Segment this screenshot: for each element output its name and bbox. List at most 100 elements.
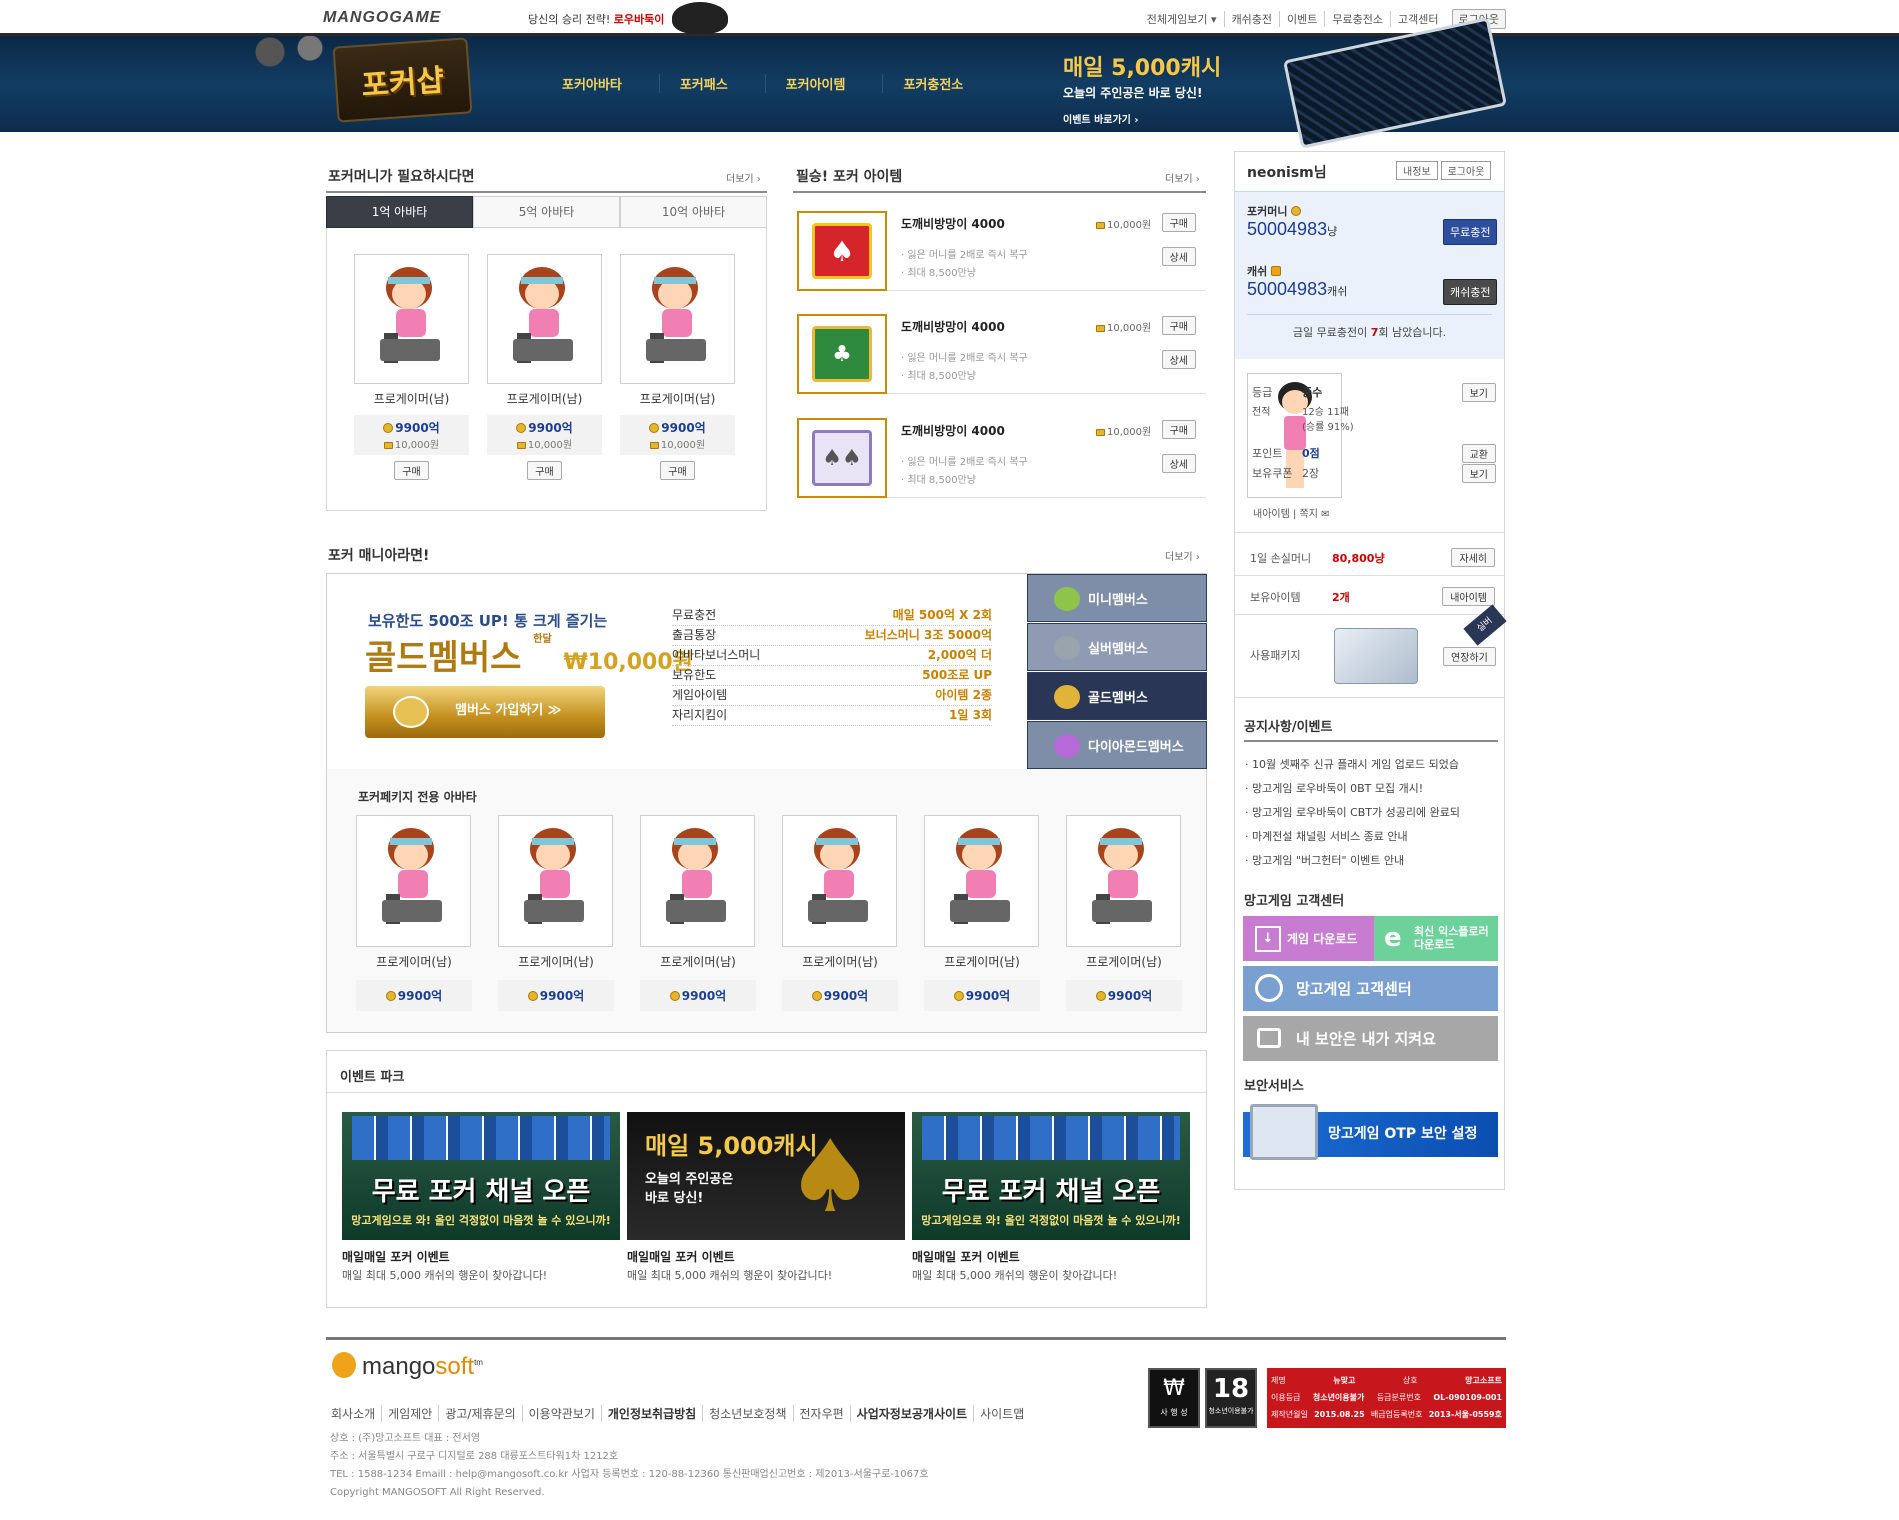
footer-link[interactable]: 개인정보취급방침	[600, 1405, 702, 1422]
tab-1eok[interactable]: 1억 아바타	[326, 196, 473, 228]
item-row: ♠♠ 도깨비방망이 4000 10,000원 구매 · 잃은 머니를 2배로 즉…	[797, 410, 1206, 498]
free-charge-button[interactable]: 무료충전	[1443, 219, 1498, 245]
item-image[interactable]: ♠	[797, 211, 887, 291]
avatar-card[interactable]: 프로게이머(남) 9900억 10,000원 구매	[354, 254, 469, 480]
item-detail-button[interactable]: 상세	[1161, 247, 1196, 266]
top-nav-cash[interactable]: 캐쉬충전	[1223, 11, 1279, 27]
items-more[interactable]: 더보기 ›	[1165, 170, 1200, 185]
join-membership-button[interactable]: 멤버스 가입하기 ≫	[365, 686, 605, 738]
user-logout-button[interactable]: 로그아웃	[1440, 161, 1492, 180]
top-slogan[interactable]: 당신의 승리 전략! 로우바둑이	[528, 11, 664, 27]
avatar-name: 프로게이머(남)	[506, 392, 583, 406]
house-card-icon: ♠♠	[812, 430, 872, 486]
poker-shop-logo[interactable]: 포커샵	[332, 37, 473, 123]
headset-icon	[1255, 974, 1283, 1002]
event-banner[interactable]: ♠ 매일 5,000캐시 오늘의 주인공은 바로 당신!	[627, 1112, 905, 1240]
notice-item[interactable]: · 망고게임 로우바둑이 0BT 모집 개시!	[1245, 777, 1460, 801]
tab-5eok[interactable]: 5억 아바타	[473, 196, 620, 228]
mania-more[interactable]: 더보기 ›	[1165, 548, 1200, 563]
shop-nav-item[interactable]: 포커아이템	[764, 74, 883, 93]
item-image[interactable]: ♣	[797, 314, 887, 394]
event-card[interactable]: 무료 포커 채널 오픈 망고게임으로 와! 올인 걱정없이 마음껏 놀 수 있으니…	[342, 1112, 620, 1283]
my-info-button[interactable]: 내정보	[1396, 161, 1438, 180]
mini-m-icon	[1054, 587, 1080, 611]
footer-link[interactable]: 광고/제휴문의	[438, 1405, 521, 1422]
event-card[interactable]: 무료 포커 채널 오픈 망고게임으로 와! 올인 걱정없이 마음껏 놀 수 있으니…	[912, 1112, 1190, 1283]
extend-button[interactable]: 연장하기	[1443, 647, 1496, 666]
slogan-link[interactable]: 로우바둑이	[614, 13, 665, 26]
diamond-d-icon	[1054, 734, 1080, 758]
promo-link[interactable]: 이벤트 바로가기 ›	[1063, 111, 1221, 126]
package-avatar-card[interactable]: 프로게이머(남) 9900억	[924, 815, 1040, 1011]
poker-money-more[interactable]: 더보기 ›	[726, 170, 761, 185]
avatar-image[interactable]	[354, 254, 469, 384]
item-price: 10,000원	[1096, 216, 1151, 231]
notice-item[interactable]: · 10월 셋째주 신규 플래시 게임 업로드 되었습	[1245, 753, 1460, 777]
grade-view-button[interactable]: 보기	[1461, 382, 1496, 402]
security-protect-button[interactable]: 내 보안은 내가 지켜요	[1243, 1016, 1498, 1061]
daily-loss-value: 80,800냥	[1332, 551, 1385, 565]
event-card[interactable]: ♠ 매일 5,000캐시 오늘의 주인공은 바로 당신! 매일매일 포커 이벤트 매…	[627, 1112, 905, 1283]
footer-link[interactable]: 전자우편	[792, 1405, 850, 1422]
explorer-download-button[interactable]: e 최신 익스플로러 다운로드	[1374, 916, 1498, 961]
footer-link[interactable]: 게임제안	[381, 1405, 438, 1422]
item-detail-button[interactable]: 상세	[1161, 454, 1196, 473]
gold-g-icon	[1054, 685, 1080, 709]
item-buy-button[interactable]: 구매	[1161, 316, 1196, 335]
game-download-button[interactable]: ↓ 게임 다운로드	[1243, 916, 1374, 961]
daily-loss-detail-button[interactable]: 자세히	[1451, 548, 1495, 567]
avatar-image[interactable]	[620, 254, 735, 384]
item-detail-button[interactable]: 상세	[1161, 350, 1196, 369]
package-avatar-card[interactable]: 프로게이머(남) 9900억	[1066, 815, 1182, 1011]
avatar-card[interactable]: 프로게이머(남) 9900억 10,000원 구매	[487, 254, 602, 480]
notice-item[interactable]: · 망고게임 "버그헌터" 이벤트 안내	[1245, 849, 1460, 873]
footer-link[interactable]: 사이트맵	[973, 1405, 1030, 1422]
tab-10eok[interactable]: 10억 아바타	[620, 196, 767, 228]
item-buy-button[interactable]: 구매	[1161, 420, 1196, 439]
banner-promo[interactable]: 매일 5,000캐시 오늘의 주인공은 바로 당신! 이벤트 바로가기 ›	[1063, 50, 1221, 126]
my-items-link[interactable]: 내아이템 | 쪽지 ✉	[1253, 505, 1330, 520]
mangosoft-logo[interactable]: mangosofttm	[332, 1352, 483, 1381]
footer-link[interactable]: 회사소개	[331, 1405, 381, 1422]
avatar-image[interactable]	[487, 254, 602, 384]
buy-button[interactable]: 구매	[660, 461, 695, 480]
coupon-view-button[interactable]: 보기	[1461, 463, 1496, 483]
gamer-avatar-icon	[516, 824, 596, 934]
coin-icon	[516, 423, 527, 433]
shop-nav-avatar[interactable]: 포커아바타	[542, 74, 659, 93]
buy-button[interactable]: 구매	[394, 461, 429, 480]
customer-center-button[interactable]: 망고게임 고객센터	[1243, 966, 1498, 1011]
footer-link[interactable]: 사업자정보공개사이트	[849, 1405, 973, 1422]
event-banner[interactable]: 무료 포커 채널 오픈 망고게임으로 와! 올인 걱정없이 마음껏 놀 수 있으니…	[342, 1112, 620, 1240]
tab-mini-members[interactable]: 미니멤버스	[1027, 574, 1207, 622]
tab-gold-members[interactable]: 골드멤버스	[1027, 672, 1207, 720]
top-nav-free[interactable]: 무료충전소	[1324, 11, 1390, 27]
avatar-card[interactable]: 프로게이머(남) 9900억 10,000원 구매	[620, 254, 735, 480]
cash-charge-button[interactable]: 캐쉬충전	[1443, 279, 1498, 305]
notice-item[interactable]: · 망고게임 로우바둑이 CBT가 성공리에 완료되	[1245, 801, 1460, 825]
event-banner[interactable]: 무료 포커 채널 오픈 망고게임으로 와! 올인 걱정없이 마음껏 놀 수 있으니…	[912, 1112, 1190, 1240]
my-items-button[interactable]: 내아이템	[1442, 587, 1495, 606]
package-avatar-card[interactable]: 프로게이머(남) 9900억	[356, 815, 472, 1011]
shop-nav-charge[interactable]: 포커충전소	[882, 74, 1000, 93]
footer-link[interactable]: 청소년보호정책	[702, 1405, 792, 1422]
gambling-rating-icon: ₩ 사 행 성	[1148, 1368, 1200, 1428]
buy-button[interactable]: 구매	[527, 461, 562, 480]
item-image[interactable]: ♠♠	[797, 418, 887, 498]
item-buy-button[interactable]: 구매	[1161, 213, 1196, 232]
top-nav-all-games[interactable]: 전체게임보기 ▾	[1140, 11, 1224, 27]
shop-nav-pass[interactable]: 포커패스	[658, 74, 765, 93]
tab-diamond-members[interactable]: 다이아몬드멤버스	[1027, 721, 1207, 769]
top-nav-event[interactable]: 이벤트	[1279, 11, 1324, 27]
tab-silver-members[interactable]: 실버멤버스	[1027, 623, 1207, 671]
mangogame-logo[interactable]: MANGOGAME	[323, 9, 441, 27]
package-avatar-title: 포커페키지 전용 아바타	[358, 790, 477, 804]
package-avatar-card[interactable]: 프로게이머(남) 9900억	[782, 815, 898, 1011]
package-avatar-card[interactable]: 프로게이머(남) 9900억	[640, 815, 756, 1011]
point-exchange-button[interactable]: 교환	[1461, 443, 1496, 463]
top-nav-cs[interactable]: 고객센터	[1390, 11, 1445, 27]
notice-item[interactable]: · 마계전설 채널링 서비스 종료 안내	[1245, 825, 1460, 849]
footer-link[interactable]: 이용약관보기	[521, 1405, 601, 1422]
package-avatar-card[interactable]: 프로게이머(남) 9900억	[498, 815, 614, 1011]
silver-package-card-icon[interactable]	[1334, 628, 1418, 684]
